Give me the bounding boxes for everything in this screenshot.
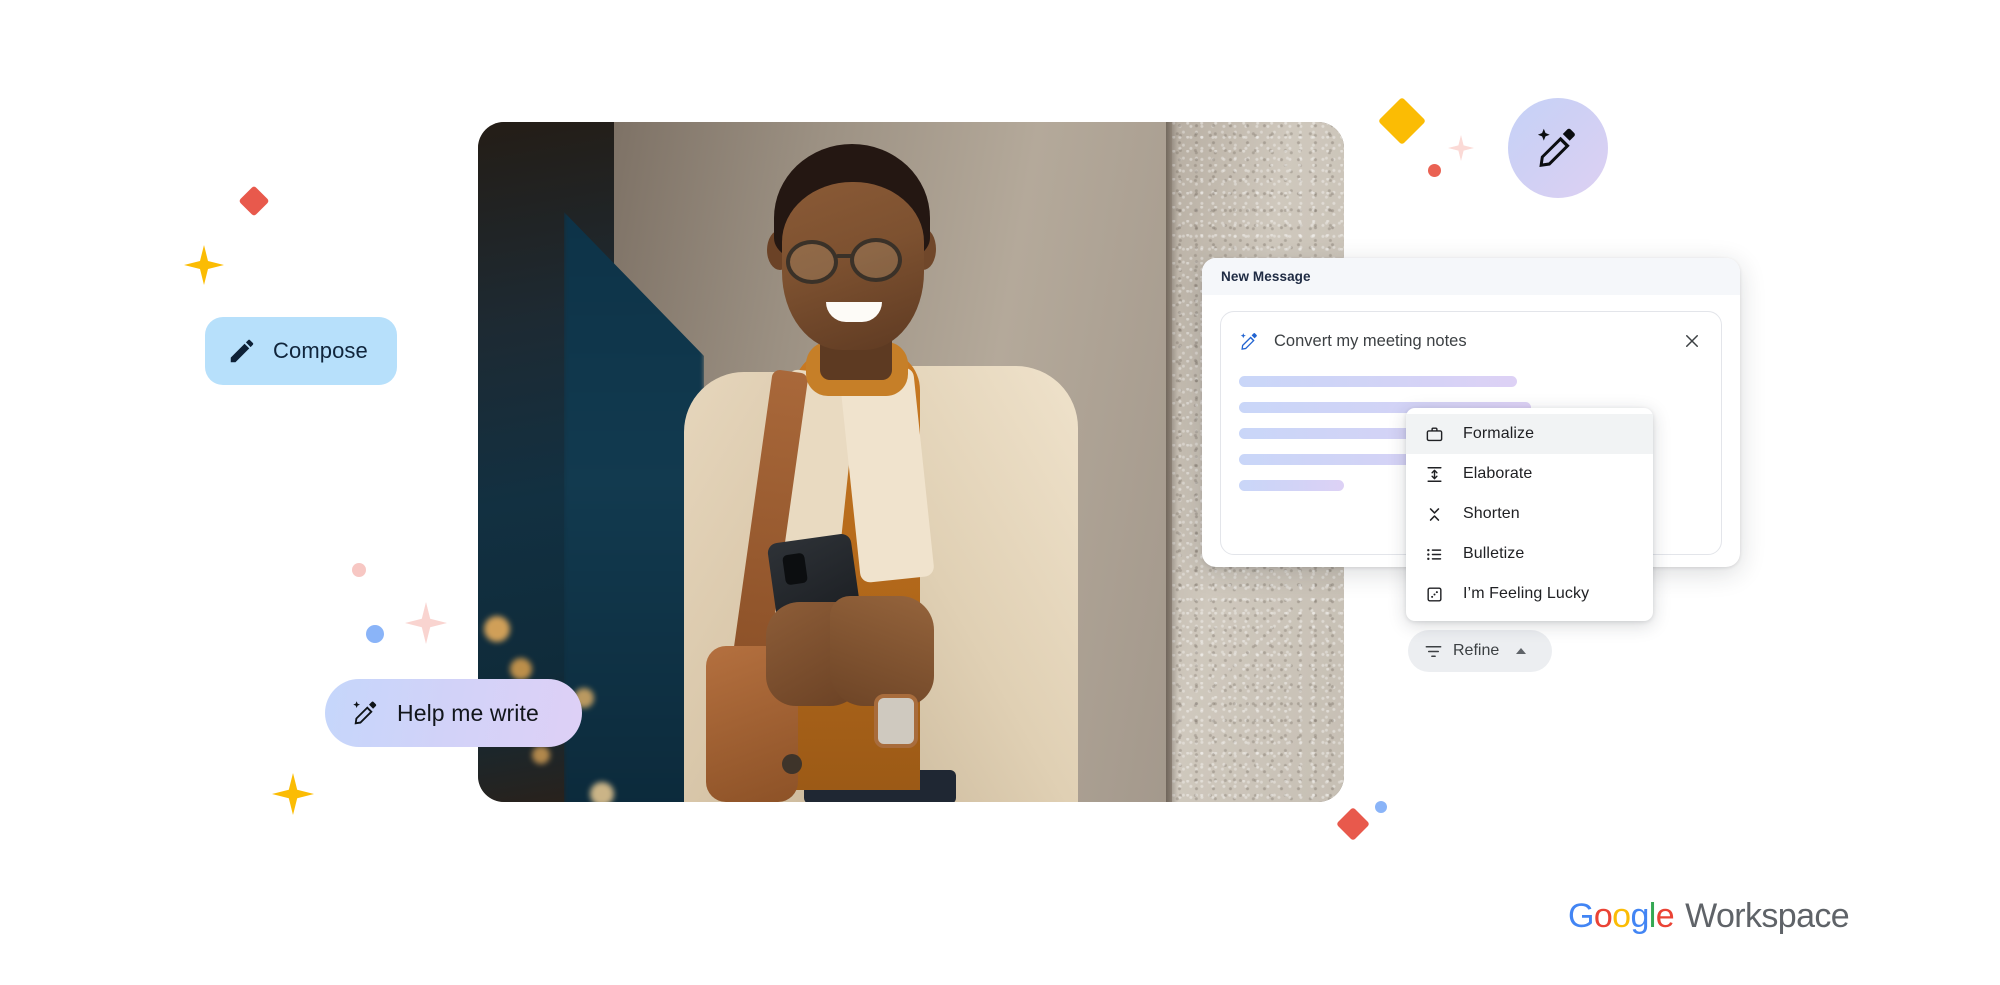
google-letter: o — [1612, 897, 1631, 935]
dice-icon — [1424, 584, 1445, 605]
red-dot-top-right-icon — [1428, 164, 1441, 177]
menu-item-label: Elaborate — [1463, 465, 1533, 482]
chevron-up-icon — [1515, 645, 1527, 657]
pink-sparkle-left-icon — [405, 602, 447, 644]
photo-smartphone-camera — [782, 552, 808, 586]
refine-dropdown-menu: Formalize Elaborate Shorten Bulletize I’… — [1406, 408, 1653, 621]
google-wordmark: Google — [1568, 897, 1675, 936]
menu-item-formalize[interactable]: Formalize — [1406, 414, 1653, 454]
compose-button[interactable]: Compose — [205, 317, 397, 385]
pencil-icon — [227, 336, 257, 366]
red-diamond-bottom-right-icon — [1336, 807, 1370, 841]
compose-button-label: Compose — [273, 338, 368, 363]
help-me-write-prompt-row: Convert my meeting notes — [1221, 312, 1721, 354]
menu-item-label: Formalize — [1463, 425, 1535, 442]
magic-wand-badge — [1508, 98, 1608, 198]
tune-filter-icon — [1424, 642, 1443, 661]
photo-bokeh-light — [510, 658, 532, 680]
pink-dot-left-icon — [352, 563, 366, 577]
help-me-write-button-label: Help me write — [397, 699, 539, 726]
blue-dot-bottom-right-icon — [1375, 801, 1387, 813]
red-diamond-left-icon — [238, 185, 270, 217]
refine-button[interactable]: Refine — [1408, 630, 1552, 672]
menu-item-elaborate[interactable]: Elaborate — [1406, 454, 1653, 494]
new-message-titlebar: New Message — [1202, 258, 1740, 295]
google-letter: e — [1655, 897, 1675, 935]
workspace-wordmark: Workspace — [1685, 897, 1850, 935]
google-letter: l — [1648, 897, 1657, 935]
briefcase-icon — [1424, 424, 1445, 445]
help-me-write-prompt-text: Convert my meeting notes — [1274, 331, 1467, 350]
google-letter: g — [1630, 897, 1649, 935]
photo-person-glasses-left — [786, 240, 838, 284]
photo-pillar-edge — [1166, 122, 1178, 802]
close-icon[interactable] — [1679, 328, 1705, 354]
yellow-sparkle-upper-left-icon — [184, 245, 224, 285]
menu-item-shorten[interactable]: Shorten — [1406, 494, 1653, 534]
menu-item-im-feeling-lucky[interactable]: I’m Feeling Lucky — [1406, 574, 1653, 614]
help-me-write-button[interactable]: Help me write — [325, 679, 582, 747]
magic-wand-icon — [351, 698, 381, 728]
refine-button-label: Refine — [1453, 642, 1500, 659]
google-letter: o — [1593, 897, 1613, 935]
placeholder-line — [1239, 376, 1517, 387]
google-workspace-logo: Google Workspace — [1568, 897, 1850, 936]
google-letter: G — [1568, 897, 1594, 935]
photo-person-hand-right — [830, 596, 934, 706]
photo-bokeh-light — [532, 746, 550, 764]
menu-item-label: I’m Feeling Lucky — [1463, 585, 1590, 602]
yellow-sparkle-lower-left-icon — [272, 773, 314, 815]
photo-person-glasses-bridge — [836, 254, 854, 258]
blue-dot-left-icon — [366, 625, 384, 643]
pink-sparkle-top-right-icon — [1448, 135, 1474, 161]
placeholder-line — [1239, 480, 1344, 491]
menu-item-label: Shorten — [1463, 505, 1520, 522]
bulleted-list-icon — [1424, 544, 1445, 565]
collapse-vertical-icon — [1424, 504, 1445, 525]
magic-wand-icon — [1534, 124, 1582, 172]
workspace-promo-canvas: Compose Help me write New Message Conver… — [0, 0, 2000, 985]
magic-wand-icon — [1239, 331, 1260, 352]
new-message-title: New Message — [1221, 269, 1311, 284]
photo-coat-button — [782, 754, 802, 774]
photo-bokeh-light — [484, 616, 510, 642]
photo-bokeh-light — [590, 782, 614, 802]
yellow-diamond-top-right-icon — [1377, 96, 1427, 146]
photo-person-glasses-right — [850, 238, 902, 282]
menu-item-bulletize[interactable]: Bulletize — [1406, 534, 1653, 574]
photo-person-wristwatch — [874, 694, 918, 748]
expand-vertical-icon — [1424, 464, 1445, 485]
menu-item-label: Bulletize — [1463, 545, 1525, 562]
